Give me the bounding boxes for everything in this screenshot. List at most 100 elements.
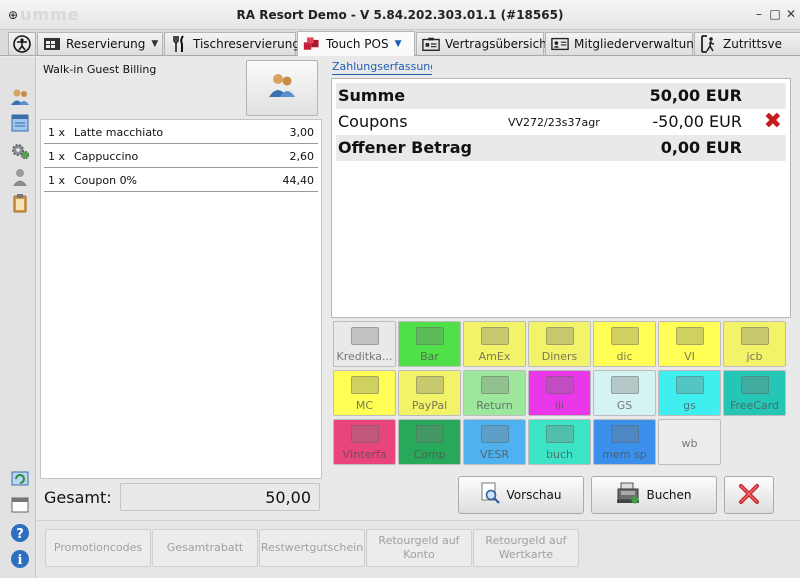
- tab-vertragsuebersicht[interactable]: Vertragsübersicht: [416, 32, 552, 55]
- payment-method-label: mem sp: [602, 448, 647, 461]
- book-button[interactable]: Buchen: [591, 476, 717, 514]
- tab-label: Touch POS: [326, 37, 389, 51]
- tab-reservierung[interactable]: Reservierung ▼: [37, 32, 163, 55]
- clipboard-icon[interactable]: [10, 193, 30, 213]
- billing-header: Walk-in Guest Billing: [40, 60, 322, 118]
- svg-text:?: ?: [16, 527, 24, 542]
- paypal-icon: [416, 376, 444, 394]
- payment-summary: Summe 50,00 EUR Coupons VV272/23s37agr -…: [331, 78, 791, 318]
- card-icon: [546, 376, 574, 394]
- preview-button[interactable]: Vorschau: [458, 476, 584, 514]
- refresh-window-icon[interactable]: [10, 469, 30, 489]
- card-icon: [741, 327, 769, 345]
- home-person-icon: [13, 35, 31, 53]
- payment-method-gs-upper[interactable]: GS: [593, 370, 656, 416]
- open-amount-label: Offener Betrag: [338, 138, 472, 157]
- card-icon: [546, 327, 574, 345]
- restwertgutschein-button[interactable]: Restwertgutschein: [259, 529, 365, 567]
- maximize-icon[interactable]: □: [768, 7, 782, 21]
- access-icon: [700, 35, 718, 53]
- payment-method-vi[interactable]: VI: [658, 321, 721, 367]
- module-tabs: Reservierung ▼ Tischreservierung Touch P…: [0, 30, 800, 56]
- payment-method-return[interactable]: Return: [463, 370, 526, 416]
- svg-text:i: i: [18, 553, 23, 568]
- tab-touch-pos[interactable]: Touch POS ▼: [297, 31, 415, 56]
- payment-method-label: Bar: [420, 350, 439, 363]
- list-item[interactable]: 1 x Cappuccino 2,60: [44, 144, 318, 168]
- total-field: 50,00: [120, 483, 320, 511]
- payment-method-freecard[interactable]: FreeCard: [723, 370, 786, 416]
- remove-coupon-icon[interactable]: ✖: [764, 110, 782, 134]
- card-icon: [351, 425, 379, 443]
- coupon-value: -50,00 EUR: [652, 112, 742, 131]
- chevron-down-icon[interactable]: ▼: [395, 39, 402, 49]
- close-icon[interactable]: ✕: [784, 7, 798, 21]
- select-guest-button[interactable]: [246, 60, 318, 116]
- payment-method-paypal[interactable]: PayPal: [398, 370, 461, 416]
- list-item[interactable]: 1 x Coupon 0% 44,40: [44, 168, 318, 192]
- line-name: Coupon 0%: [74, 174, 138, 187]
- payment-method-buch[interactable]: buch: [528, 419, 591, 465]
- title-bar: ⊕ umme RA Resort Demo - V 5.84.202.303.0…: [0, 0, 800, 30]
- tab-label: Tischreservierung: [193, 37, 300, 51]
- gesamtrabatt-button[interactable]: Gesamtrabatt: [152, 529, 258, 567]
- open-amount-value: 0,00 EUR: [660, 138, 742, 157]
- payment-method-kreditkarte[interactable]: Kreditka...: [333, 321, 396, 367]
- home-tab[interactable]: [8, 32, 36, 55]
- window-icon[interactable]: [10, 495, 30, 515]
- payment-method-gs-lower[interactable]: gs: [658, 370, 721, 416]
- tab-zahlungserfassung[interactable]: Zahlungserfassung: [332, 60, 432, 75]
- payment-method-label: jcb: [746, 350, 763, 363]
- payment-method-jcb[interactable]: jcb: [723, 321, 786, 367]
- list-item[interactable]: 1 x Latte macchiato 3,00: [44, 120, 318, 144]
- card-icon: [741, 376, 769, 394]
- payment-method-vinterfa[interactable]: VInterfa: [333, 419, 396, 465]
- payment-method-mc[interactable]: MC: [333, 370, 396, 416]
- book-label: Buchen: [646, 488, 692, 502]
- payment-method-label: AmEx: [478, 350, 511, 363]
- payment-method-amex[interactable]: AmEx: [463, 321, 526, 367]
- total-label: Gesamt:: [44, 488, 112, 507]
- payment-method-label: VESR: [479, 448, 510, 461]
- summary-open-row: Offener Betrag 0,00 EUR: [336, 135, 786, 161]
- payment-method-mem-sp[interactable]: mem sp: [593, 419, 656, 465]
- payment-method-diners[interactable]: Diners: [528, 321, 591, 367]
- pos-cubes-icon: [303, 36, 321, 52]
- payment-method-iii[interactable]: iii: [528, 370, 591, 416]
- payment-method-bar[interactable]: Bar: [398, 321, 461, 367]
- minimize-icon[interactable]: –: [752, 7, 766, 21]
- promotioncodes-button[interactable]: Promotioncodes: [45, 529, 151, 567]
- tab-tischreservierung[interactable]: Tischreservierung: [164, 32, 300, 55]
- tab-zutrittsverwaltung[interactable]: Zutrittsve: [694, 32, 800, 55]
- payment-method-label: wb: [681, 437, 698, 450]
- document-icon: [481, 425, 509, 443]
- payment-method-wb[interactable]: wb: [658, 419, 721, 465]
- help-icon[interactable]: ?: [10, 523, 30, 543]
- retourgeld-konto-button[interactable]: Retourgeld auf Konto: [366, 529, 472, 567]
- retourgeld-wertkarte-button[interactable]: Retourgeld auf Wertkarte: [473, 529, 579, 567]
- info-icon[interactable]: i: [10, 549, 30, 569]
- line-qty: 1 x: [48, 150, 66, 163]
- cash-icon: [416, 327, 444, 345]
- payment-method-label: VInterfa: [342, 448, 387, 461]
- total-value: 50,00: [265, 488, 311, 507]
- card-icon: [611, 425, 639, 443]
- tab-label: Zutrittsve: [723, 37, 782, 51]
- cancel-button[interactable]: [724, 476, 774, 514]
- tab-mitgliederverwaltung[interactable]: Mitgliederverwaltung: [545, 32, 701, 55]
- line-qty: 1 x: [48, 174, 66, 187]
- comp-icon: [416, 425, 444, 443]
- settings-gears-icon[interactable]: [10, 141, 30, 161]
- payment-method-dic[interactable]: dic: [593, 321, 656, 367]
- line-price: 3,00: [289, 126, 315, 139]
- chevron-down-icon[interactable]: ▼: [151, 39, 158, 49]
- payment-method-comp[interactable]: Comp: [398, 419, 461, 465]
- payment-method-vesr[interactable]: VESR: [463, 419, 526, 465]
- window-list-icon[interactable]: [10, 113, 30, 133]
- user-icon[interactable]: [10, 167, 30, 187]
- coupon-code: VV272/23s37agr: [508, 116, 600, 129]
- preview-label: Vorschau: [506, 488, 562, 502]
- guests-icon[interactable]: [10, 87, 30, 107]
- total-row: Gesamt: 50,00: [40, 481, 322, 513]
- summary-coupon-row: Coupons VV272/23s37agr -50,00 EUR ✖: [336, 109, 786, 135]
